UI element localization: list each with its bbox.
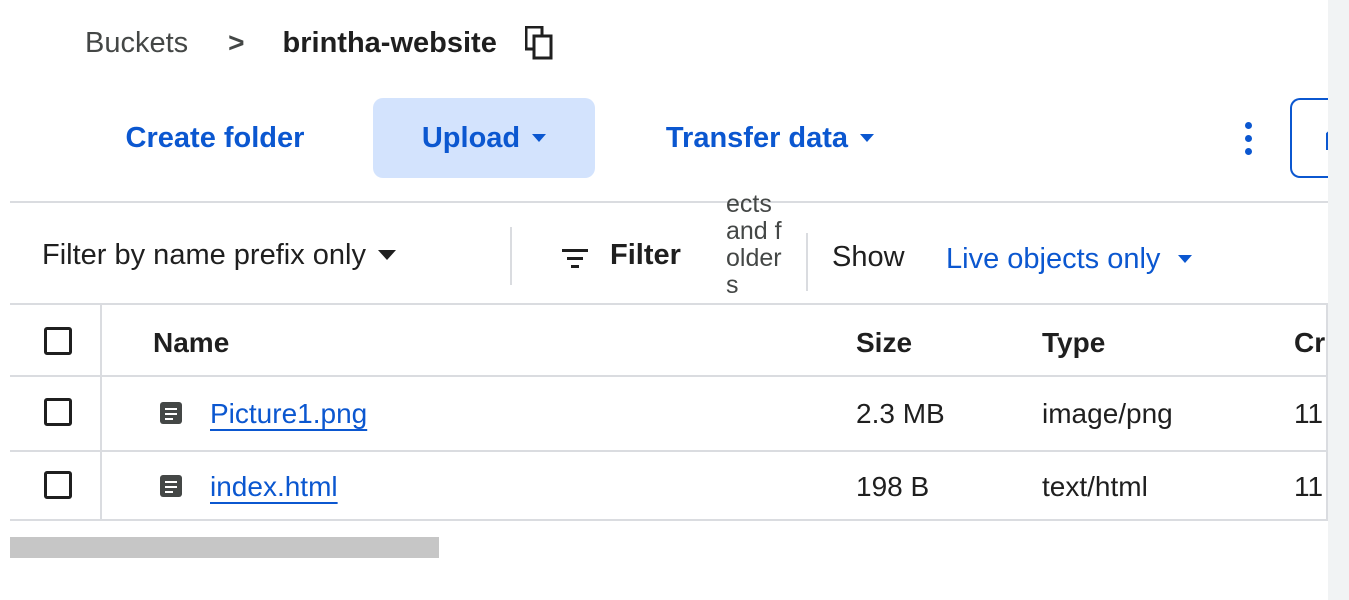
object-name-link[interactable]: Picture1.png bbox=[210, 398, 367, 430]
row-divider bbox=[10, 519, 1328, 521]
divider bbox=[510, 227, 512, 285]
chevron-down-icon bbox=[860, 134, 875, 142]
filter-button[interactable]: Filter bbox=[560, 233, 681, 277]
filter-placeholder-text[interactable]: ects and folders bbox=[726, 191, 784, 299]
show-objects-value: Live objects only bbox=[946, 242, 1161, 275]
filter-bar: Filter by name prefix only Filter ects a… bbox=[0, 191, 1349, 303]
upload-label: Upload bbox=[421, 121, 521, 154]
column-header-name[interactable]: Name bbox=[153, 327, 229, 359]
more-vert-icon[interactable] bbox=[1230, 98, 1266, 178]
object-type: image/png bbox=[1042, 398, 1173, 429]
show-label: Show bbox=[832, 241, 905, 273]
breadcrumb-separator: > bbox=[228, 27, 245, 58]
table-header-row: Name Size Type Cr bbox=[10, 305, 1328, 375]
object-type: text/html bbox=[1042, 471, 1148, 502]
object-size: 2.3 MB bbox=[856, 398, 945, 429]
arrow-drop-down-icon bbox=[1178, 255, 1193, 263]
file-icon bbox=[160, 475, 182, 497]
row-divider bbox=[10, 450, 1328, 452]
object-created: 11 bbox=[1294, 471, 1324, 502]
copy-icon[interactable] bbox=[524, 25, 555, 60]
bucket-details-page: Buckets > brintha-website Create folder … bbox=[0, 0, 1349, 600]
column-header-type[interactable]: Type bbox=[1042, 327, 1105, 359]
horizontal-scrollbar[interactable] bbox=[10, 537, 439, 558]
row-checkbox[interactable] bbox=[44, 471, 72, 499]
create-folder-button[interactable]: Create folder bbox=[85, 98, 345, 178]
object-name-link[interactable]: index.html bbox=[210, 471, 338, 503]
show-objects-dropdown[interactable]: Live objects only bbox=[946, 237, 1193, 281]
column-header-size[interactable]: Size bbox=[856, 327, 912, 359]
breadcrumb-buckets-link[interactable]: Buckets bbox=[85, 27, 188, 60]
select-all-checkbox[interactable] bbox=[44, 327, 72, 355]
filter-prefix-label: Filter by name prefix only bbox=[42, 238, 366, 271]
transfer-data-button[interactable]: Transfer data bbox=[625, 98, 915, 178]
divider bbox=[806, 233, 808, 291]
filter-label: Filter bbox=[610, 238, 681, 271]
filter-prefix-dropdown[interactable]: Filter by name prefix only bbox=[42, 233, 396, 277]
arrow-drop-down-icon bbox=[377, 250, 396, 260]
object-created: 11 bbox=[1294, 398, 1324, 429]
breadcrumb-current-bucket: brintha-website bbox=[282, 26, 497, 59]
file-icon bbox=[160, 402, 182, 424]
vertical-scroll-track[interactable] bbox=[1328, 0, 1349, 600]
row-checkbox[interactable] bbox=[44, 398, 72, 426]
object-size: 198 B bbox=[856, 471, 930, 502]
object-toolbar: Create folder Upload Transfer data bbox=[0, 98, 1349, 178]
table-row: Picture1.png 2.3 MB image/png 11 bbox=[10, 378, 1328, 450]
transfer-data-label: Transfer data bbox=[665, 121, 849, 154]
row-divider bbox=[10, 375, 1328, 377]
chevron-down-icon bbox=[532, 134, 547, 142]
column-header-created[interactable]: Cr bbox=[1294, 327, 1325, 359]
create-folder-label: Create folder bbox=[125, 121, 305, 154]
breadcrumb: Buckets > brintha-website bbox=[85, 22, 555, 64]
upload-button[interactable]: Upload bbox=[373, 98, 595, 178]
table-row: index.html 198 B text/html 11 bbox=[10, 453, 1328, 521]
filter-list-icon bbox=[560, 244, 590, 268]
